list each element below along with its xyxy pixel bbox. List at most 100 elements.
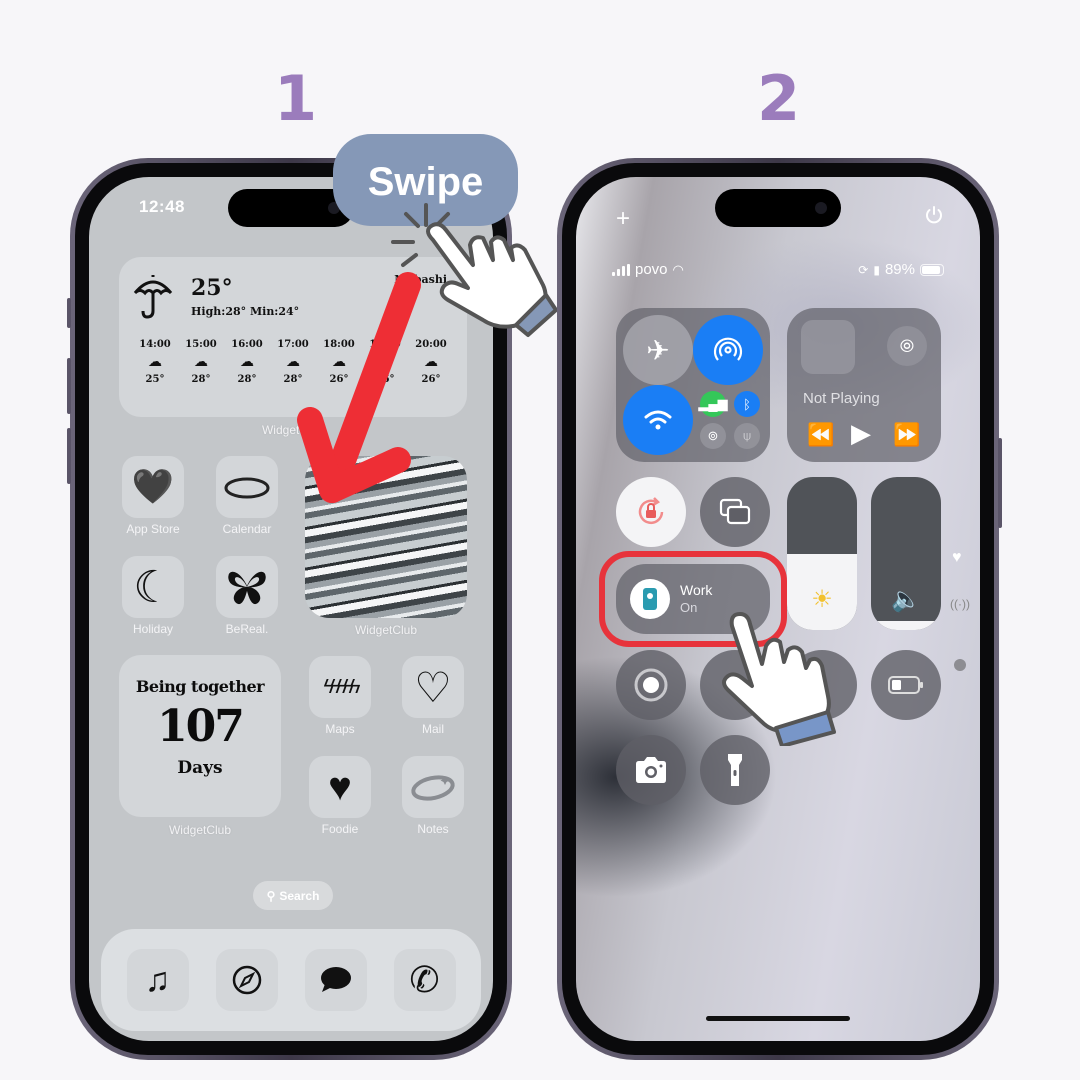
album-art-placeholder [801, 320, 855, 374]
screen-mirroring-button[interactable] [700, 477, 770, 547]
status-right: ⟳ ▮ 89% [858, 261, 944, 278]
cellular-toggle[interactable]: ▂▄▆ [698, 391, 728, 417]
airplay-icon: ⦾ [899, 335, 915, 356]
forecast-hour: 16:00 ☁ 28° [231, 339, 263, 385]
cellular-icon: ▂▄▆ [698, 396, 728, 411]
bereal-app[interactable] [216, 556, 278, 618]
vpn-toggle[interactable]: ⍦ [734, 423, 760, 449]
status-left: povo ◠ [612, 261, 684, 278]
app-label: Maps [325, 722, 355, 736]
satellite-icon: ⍦ [743, 428, 751, 443]
umbrella-icon [133, 275, 173, 319]
action-button [67, 298, 71, 328]
side-button [998, 438, 1002, 528]
antenna-icon: ((·)) [950, 597, 970, 611]
signal-bars-icon [612, 263, 630, 276]
add-control-button[interactable]: + [616, 205, 630, 233]
heart-icon: ♥ [952, 549, 962, 566]
cloud-icon: ☁ [240, 354, 254, 370]
lightning-icon: ϟϟϟϟϟ [323, 675, 361, 698]
days-unit: Days [177, 758, 223, 778]
message-bubble-icon [320, 967, 351, 992]
volume-slider[interactable]: 🔈 [871, 477, 941, 630]
flashlight-icon [728, 754, 742, 786]
spotlight-search-button[interactable]: ⚲ Search [253, 881, 333, 910]
chrome-ring-icon [411, 775, 455, 801]
step-number-1: 1 [274, 62, 318, 135]
airdrop-toggle[interactable] [693, 315, 763, 385]
rotation-lock-icon: ⟳ [858, 262, 869, 277]
cloud-icon: ☁ [194, 354, 208, 370]
app-label: Calendar [222, 522, 272, 536]
home-indicator[interactable] [706, 1016, 850, 1021]
dock-messages-app[interactable] [304, 949, 367, 1011]
volume-down-button [67, 428, 71, 484]
app-store-app[interactable]: 🖤 [122, 456, 184, 518]
cloud-icon: ☁ [148, 354, 162, 370]
together-widget-label: WidgetClub [168, 823, 232, 837]
airdrop-icon [713, 337, 743, 361]
days-count: 107 [157, 701, 245, 752]
record-icon [634, 668, 668, 702]
app-label: Foodie [321, 822, 359, 836]
screen-mirroring-icon [719, 498, 751, 525]
power-icon [926, 206, 942, 224]
volume-up-button [67, 358, 71, 414]
app-label: Notes [417, 822, 449, 836]
forecast-hour: 14:00 ☁ 25° [139, 339, 171, 385]
play-button[interactable]: ▶ [851, 418, 871, 449]
pointing-hand-icon [722, 612, 836, 746]
page-dot[interactable] [954, 659, 966, 671]
power-button[interactable] [924, 205, 944, 231]
together-title: Being together [135, 677, 265, 696]
airplay-button[interactable]: ⦾ [887, 326, 927, 366]
airplane-mode-toggle[interactable]: ✈ [623, 315, 693, 385]
mail-app[interactable]: ♡ [402, 656, 464, 718]
black-heart-icon: ♥ [328, 764, 352, 809]
dynamic-island [715, 189, 841, 227]
music-note-icon: ♫ [144, 960, 171, 999]
foodie-app[interactable]: ♥ [309, 756, 371, 818]
marble-widget-label: WidgetClub [354, 623, 418, 637]
low-power-mode-toggle[interactable] [871, 650, 941, 720]
speaker-icon: 🔈 [891, 586, 921, 613]
carrier-name: povo [635, 261, 668, 278]
now-playing-module: ⦾ Not Playing ⏪ ▶ ⏩ [787, 308, 941, 462]
wifi-icon [644, 410, 672, 430]
dock-safari-app[interactable] [215, 949, 278, 1011]
dock-music-app[interactable]: ♫ [126, 949, 189, 1011]
app-label: BeReal. [225, 622, 269, 636]
personal-hotspot-toggle[interactable]: ⊚ [700, 423, 726, 449]
maps-app[interactable]: ϟϟϟϟϟ [309, 656, 371, 718]
orientation-lock-toggle[interactable] [616, 477, 686, 547]
forecast-hour: 15:00 ☁ 28° [185, 339, 217, 385]
high-low-temperature: High:28° Min:24° [191, 305, 300, 318]
step-number-2: 2 [757, 62, 801, 135]
rotation-lock-icon [638, 497, 664, 525]
camera-button[interactable] [616, 735, 686, 805]
days-together-widget[interactable]: Being together 107 Days [119, 655, 281, 817]
status-time: 12:48 [139, 197, 185, 216]
notes-app[interactable] [402, 756, 464, 818]
link-icon: ⊚ [707, 428, 719, 443]
app-label: App Store [126, 522, 180, 536]
focus-badge-icon: ▮ [873, 262, 880, 277]
fast-forward-button[interactable]: ⏩ [893, 422, 920, 448]
now-playing-status: Not Playing [803, 390, 880, 407]
holiday-app[interactable]: ☾ [122, 556, 184, 618]
connectivity-module: ✈ ▂▄▆ ᛒ ⊚ ⍦ [616, 308, 770, 462]
search-icon: ⚲ [266, 888, 276, 903]
pointing-hand-icon [391, 203, 558, 337]
wifi-icon: ◠ [672, 261, 684, 277]
wifi-toggle[interactable] [623, 385, 693, 455]
play-icon: ▶ [851, 418, 871, 448]
rewind-icon: ⏪ [807, 422, 835, 447]
screen-recording-button[interactable] [616, 650, 686, 720]
bluetooth-icon: ᛒ [743, 396, 751, 412]
calendar-app[interactable] [216, 456, 278, 518]
rewind-button[interactable]: ⏪ [807, 422, 834, 448]
dock: ♫ ✆ [101, 929, 481, 1031]
heart-outline-icon: ♡ [414, 663, 452, 711]
bluetooth-toggle[interactable]: ᛒ [734, 391, 760, 417]
dock-phone-app[interactable]: ✆ [393, 949, 456, 1011]
